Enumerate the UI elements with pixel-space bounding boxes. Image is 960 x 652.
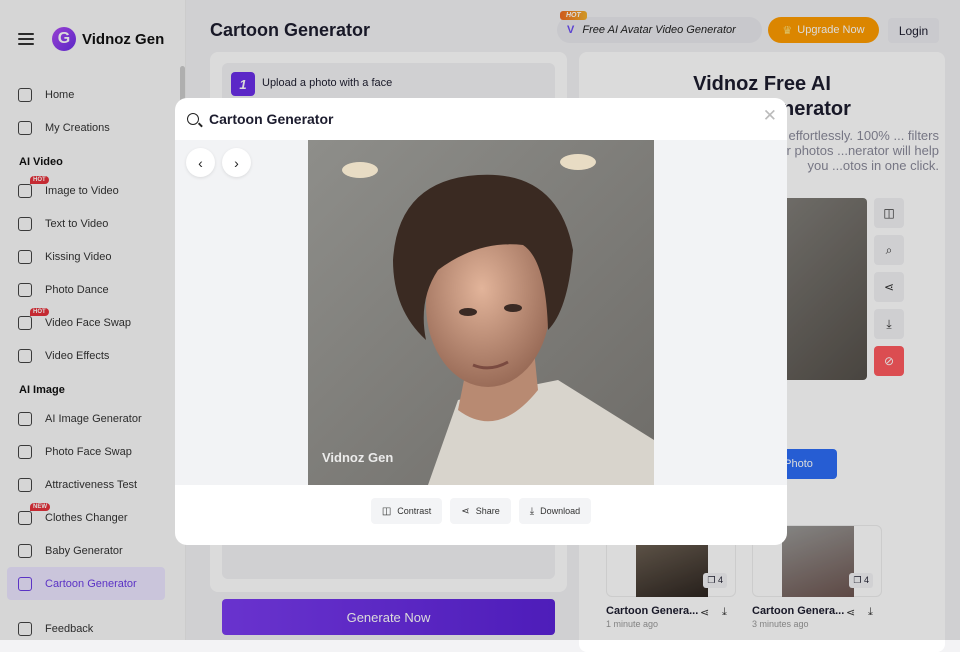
watermark: Vidnoz Gen bbox=[322, 450, 394, 465]
download-button[interactable]: ⤓ Download bbox=[518, 498, 592, 524]
label: Contrast bbox=[397, 506, 432, 516]
label: Download bbox=[540, 506, 581, 516]
modal-title: Cartoon Generator bbox=[209, 111, 334, 127]
label: Share bbox=[475, 506, 500, 516]
close-icon[interactable]: ✕ bbox=[763, 106, 777, 126]
next-button[interactable]: › bbox=[222, 148, 251, 177]
share-icon: ⋖ bbox=[461, 505, 470, 517]
preview-modal: Cartoon Generator ✕ ‹ › Vidnoz Gen ◫ Cont… bbox=[175, 98, 787, 545]
search-icon bbox=[187, 113, 199, 125]
compare-icon: ◫ bbox=[381, 505, 392, 517]
contrast-button[interactable]: ◫ Contrast bbox=[370, 498, 443, 524]
share-button[interactable]: ⋖ Share bbox=[450, 498, 511, 524]
prev-button[interactable]: ‹ bbox=[186, 148, 215, 177]
cartoon-result-image bbox=[308, 140, 654, 485]
download-icon: ⤓ bbox=[529, 505, 535, 517]
